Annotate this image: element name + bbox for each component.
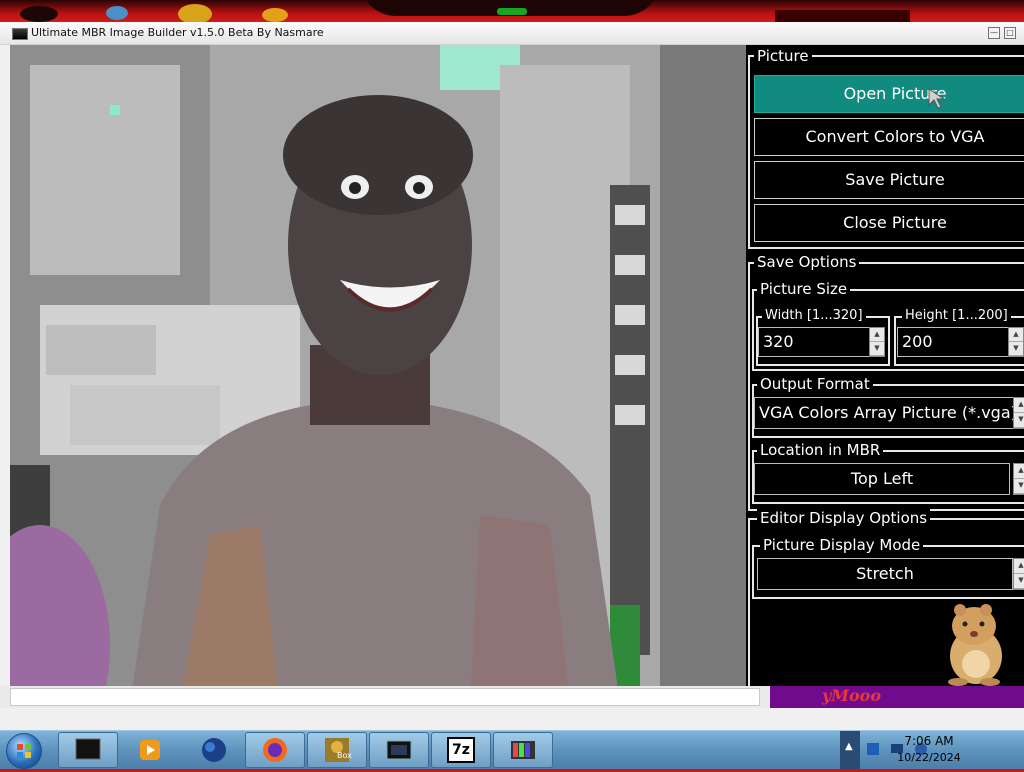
monitor-icon [75,738,101,760]
picture-group-label: Picture [754,47,812,65]
display-mode-select[interactable]: Stretch [757,558,1013,590]
show-hidden-icons[interactable]: ▲ [840,731,860,769]
hamster-mascot-icon [948,604,1002,686]
taskbar-item-mbr-builder[interactable] [493,732,553,768]
height-label: Height [1...200] [902,307,1011,325]
taskbar-item-globe[interactable] [184,732,244,768]
editor-display-label: Editor Display Options [757,509,931,527]
close-picture-button[interactable]: Close Picture [754,204,1024,242]
desktop-dark-box [775,10,910,22]
taskbar-item-terminal[interactable] [58,732,118,768]
window-icon [386,740,412,760]
spin-down-icon[interactable]: ▼ [1009,342,1023,356]
status-bar: yMooo [0,686,1024,708]
app-icon [12,28,28,40]
play-icon [140,740,160,760]
width-input[interactable]: 320 [758,327,872,357]
location-label: Location in MBR [757,441,884,459]
network-icon[interactable] [866,742,880,756]
width-spinner[interactable]: ▲ ▼ [869,327,885,357]
taskbar-item-7zip[interactable]: 7z [431,732,491,768]
taskbar-item-media-player[interactable] [120,732,180,768]
picture-preview [10,45,746,703]
start-button[interactable] [6,733,42,769]
spin-down-icon[interactable]: ▼ [870,342,884,356]
taskbar-item-app-window[interactable] [369,732,429,768]
save-picture-button[interactable]: Save Picture [754,161,1024,199]
height-input[interactable]: 200 [897,327,1011,357]
desktop-icon[interactable] [262,8,288,22]
location-spinner[interactable]: ▲ ▼ [1013,463,1024,495]
height-spinner[interactable]: ▲ ▼ [1008,327,1024,357]
convert-colors-button[interactable]: Convert Colors to VGA [754,118,1024,156]
display-mode-label: Picture Display Mode [760,536,924,554]
mouse-cursor-icon [928,88,946,109]
open-picture-button[interactable]: Open Picture [754,75,1024,113]
desktop-background-strip [0,0,1024,24]
title-bar[interactable]: Ultimate MBR Image Builder v1.5.0 Beta B… [0,22,1024,45]
width-label: Width [1...320] [762,307,866,325]
preview-image [10,45,746,703]
status-banner: yMooo [770,686,1024,708]
minimize-button[interactable]: — [988,27,1000,39]
output-format-select[interactable]: VGA Colors Array Picture (*.vga) [754,397,1017,429]
firefox-icon [263,738,287,762]
status-text-field [10,688,760,706]
spin-up-icon[interactable]: ▲ [1014,464,1024,479]
location-select[interactable]: Top Left [754,463,1010,495]
spin-up-icon[interactable]: ▲ [870,328,884,342]
taskbar-item-firefox[interactable] [245,732,305,768]
desktop-icon[interactable] [20,6,58,22]
spin-down-icon[interactable]: ▼ [1014,413,1024,428]
desktop-green-light [497,8,527,15]
windows-logo-icon [17,744,31,758]
taskbar: Box 7z ▲ 7:06 AM 10/22/2024 [0,730,1024,769]
spin-up-icon[interactable]: ▲ [1014,559,1024,574]
spin-up-icon[interactable]: ▲ [1009,328,1023,342]
status-banner-text: yMooo [822,686,882,705]
save-options-label: Save Options [754,253,860,271]
maximize-button[interactable]: □ [1004,27,1016,39]
picture-size-label: Picture Size [757,280,851,298]
picture-icon [511,741,535,759]
output-format-spinner[interactable]: ▲ ▼ [1013,397,1024,429]
spin-up-icon[interactable]: ▲ [1014,398,1024,413]
clock-time[interactable]: 7:06 AM [884,734,974,748]
display-mode-spinner[interactable]: ▲ ▼ [1013,558,1024,590]
chevron-up-icon: ▲ [845,741,853,752]
desktop-icon[interactable] [178,4,212,24]
spin-down-icon[interactable]: ▼ [1014,574,1024,589]
output-format-label: Output Format [757,375,873,393]
desktop-icon[interactable] [106,6,128,20]
7z-icon: 7z [447,737,475,763]
globe-icon [202,738,226,762]
spin-down-icon[interactable]: ▼ [1014,479,1024,494]
taskbar-item-bonzi-box[interactable]: Box [307,732,367,768]
window-title: Ultimate MBR Image Builder v1.5.0 Beta B… [31,26,324,39]
clock-date[interactable]: 10/22/2024 [884,751,974,764]
